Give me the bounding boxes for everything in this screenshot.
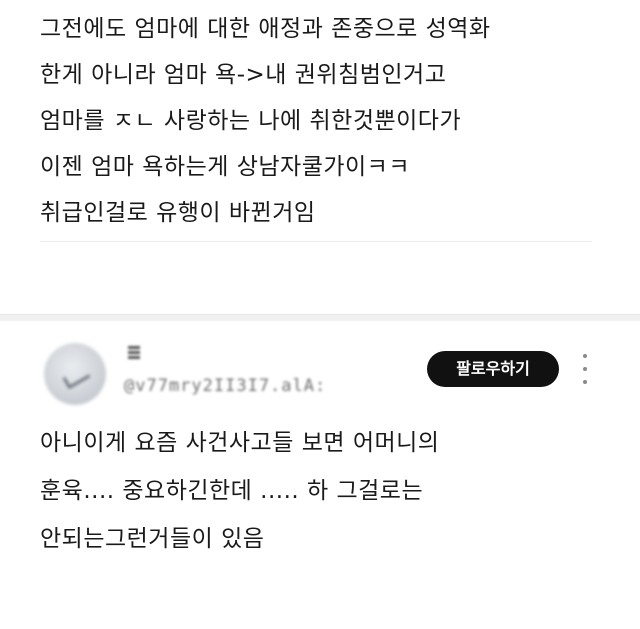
post-line: 한게 아니라 엄마 욕->내 권위침범인거고 bbox=[40, 62, 447, 88]
post-line: 엄마를 ㅈㄴ 사랑하는 나에 취한것뿐이다가 bbox=[40, 108, 462, 134]
post-line: 이젠 엄마 욕하는게 상남자쿨가이ㅋㅋ bbox=[40, 154, 410, 180]
post-text: 그전에도 엄마에 대한 애정과 존중으로 성역화 한게 아니라 엄마 욕->내 … bbox=[40, 6, 600, 236]
reply-line: 안되는그런거들이 있음 bbox=[40, 526, 265, 552]
user-handle[interactable]: @v77mry2II3I7.alA: bbox=[124, 376, 326, 396]
more-vertical-icon[interactable] bbox=[580, 354, 590, 384]
profile-avatar[interactable] bbox=[44, 343, 106, 405]
user-display-name[interactable] bbox=[128, 346, 140, 360]
reply-text: 아니이게 요즘 사건사고들 보면 어머니의 훈육.... 중요하긴한데 ....… bbox=[40, 419, 600, 563]
section-separator bbox=[0, 314, 640, 321]
post-line: 취급인걸로 유행이 바뀐거임 bbox=[40, 200, 316, 226]
follow-button[interactable]: 팔로우하기 bbox=[427, 351, 559, 387]
post-divider bbox=[40, 241, 592, 242]
avatar-image-icon bbox=[62, 365, 91, 390]
reply-line: 훈육.... 중요하긴한데 ..... 하 그걸로는 bbox=[40, 478, 424, 504]
post-line: 그전에도 엄마에 대한 애정과 존중으로 성역화 bbox=[40, 16, 491, 42]
reply-line: 아니이게 요즘 사건사고들 보면 어머니의 bbox=[40, 430, 440, 456]
